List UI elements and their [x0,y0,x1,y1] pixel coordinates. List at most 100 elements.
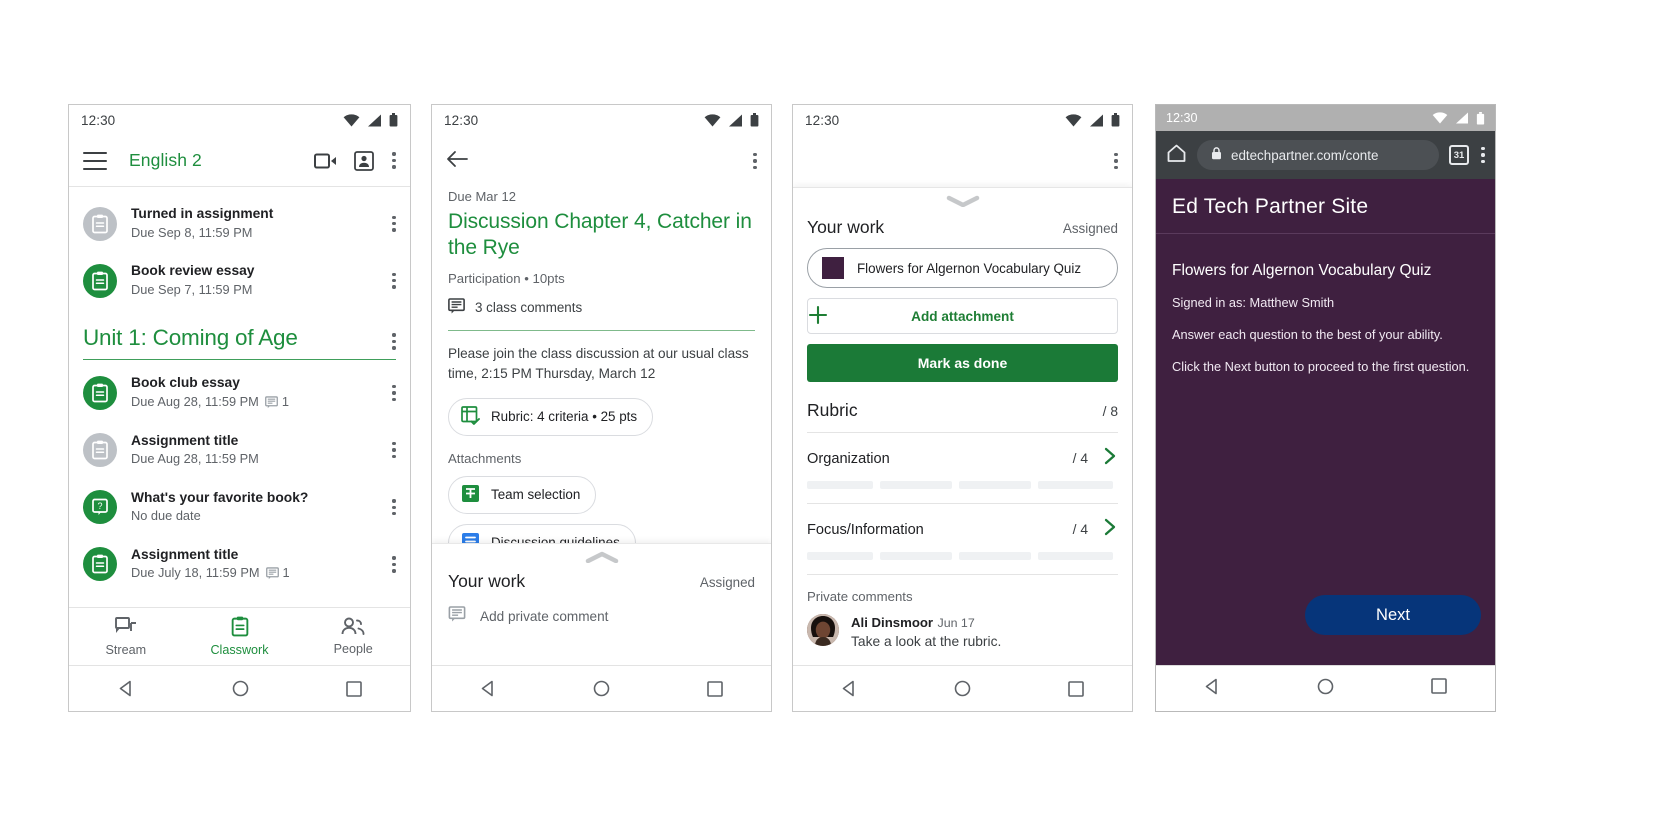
assignment-icon [83,433,117,468]
list-item-subtitle: Due Aug 28, 11:59 PM 1 [131,393,378,412]
your-work-header: Your work Assigned [448,571,755,592]
mark-as-done-button[interactable]: Mark as done [807,344,1118,382]
list-item[interactable]: Assignment title Due July 18, 11:59 PM 1 [69,536,410,593]
list-item-text: Assignment title Due July 18, 11:59 PM 1 [131,546,378,583]
more-vert-icon[interactable] [392,384,396,402]
list-item-title: Turned in assignment [131,206,274,221]
battery-icon [750,113,759,127]
comment-icon [265,567,279,580]
hamburger-menu-icon[interactable] [83,151,107,170]
assignment-icon [83,206,117,241]
signal-icon [728,114,743,127]
rubric-chip[interactable]: Rubric: 4 criteria • 25 pts [448,397,654,436]
square-recents-icon[interactable] [1431,678,1447,699]
circle-home-icon[interactable] [232,680,249,697]
list-item[interactable]: Turned in assignment Due Sep 8, 11:59 PM [69,195,410,252]
criterion-points: / 4 [1072,522,1088,537]
list-item[interactable]: ? What's your favorite book? No due date [69,479,410,536]
due-text: Due July 18, 11:59 PM [131,565,260,581]
comment-count-text: 1 [281,393,289,409]
more-vert-icon[interactable] [392,215,396,232]
screenshot-canvas: 12:30 English 2 Turned in assignment Due… [0,0,1659,827]
square-recents-icon[interactable] [707,680,723,697]
level-bar [807,552,873,560]
system-navigation-bar [432,665,771,711]
status-bar: 12:30 [1156,105,1495,131]
criterion-level-bars [807,481,1118,489]
assignment-body: Due Mar 12 Discussion Chapter 4, Catcher… [432,189,771,562]
square-recents-icon[interactable] [1068,680,1084,697]
section-divider [448,329,755,332]
battery-icon [1476,111,1485,125]
your-work-title: Your work [448,571,526,591]
triangle-back-icon[interactable] [480,680,497,697]
system-navigation-bar [69,665,410,711]
class-comments-row[interactable]: 3 class comments [448,297,755,318]
more-vert-icon[interactable] [392,272,396,289]
assignment-icon [83,375,117,410]
roster-icon[interactable] [354,150,374,171]
unit-work-list: Book club essay Due Aug 28, 11:59 PM 1 A… [69,364,410,593]
status-bar: 12:30 [793,105,1132,135]
chevron-right-icon[interactable] [1102,446,1118,471]
more-vert-icon[interactable] [1481,146,1485,164]
more-vert-icon[interactable] [392,442,396,459]
rubric-chip-label: Rubric: 4 criteria • 25 pts [491,409,638,425]
mark-as-done-label: Mark as done [917,355,1008,371]
comment-icon [448,297,465,318]
phone-assignment-detail-screen: 12:30 Due Mar 12 Discussion Chapter 4, C… [431,104,772,712]
your-work-header: Your work Assigned [807,217,1118,238]
attachment-chip-quiz[interactable]: Flowers for Algernon Vocabulary Quiz [807,248,1118,288]
add-private-comment-row[interactable]: Add private comment [448,606,755,626]
circle-home-icon[interactable] [1317,678,1334,700]
list-item[interactable]: Assignment title Due Aug 28, 11:59 PM [69,422,410,479]
triangle-back-icon[interactable] [841,680,858,697]
video-camera-icon[interactable] [314,152,338,170]
more-vert-icon[interactable] [753,152,757,170]
circle-home-icon[interactable] [954,680,971,697]
rubric-criterion-focus-information[interactable]: Focus/Information / 4 [807,517,1118,542]
rubric-criterion-organization[interactable]: Organization / 4 [807,446,1118,471]
attachment-chip-team-selection[interactable]: Team selection [448,475,597,514]
due-date: Due Mar 12 [448,189,516,204]
add-attachment-button[interactable]: Add attachment [807,298,1118,334]
back-arrow-icon[interactable] [446,150,468,173]
home-icon[interactable] [1166,143,1187,168]
more-vert-icon[interactable] [1114,152,1118,170]
battery-icon [1111,113,1120,127]
add-attachment-label: Add attachment [911,308,1014,324]
stream-icon [114,616,137,640]
circle-home-icon[interactable] [593,680,610,697]
top-app-bar [793,135,1132,187]
more-vert-icon[interactable] [392,333,396,350]
more-vert-icon[interactable] [392,499,396,516]
signed-in-line: Signed in as: Matthew Smith [1172,295,1335,310]
rubric-header: Rubric / 8 [807,400,1118,421]
more-vert-icon[interactable] [392,152,396,169]
url-bar[interactable]: edtechpartner.com/conte [1197,140,1439,170]
tab-count-button[interactable]: 31 [1449,145,1469,165]
sheets-icon [461,484,480,506]
tab-people[interactable]: People [296,608,410,665]
comment-count: 1 [265,564,290,583]
triangle-back-icon[interactable] [118,680,135,697]
due-text: No due date [131,508,201,524]
more-vert-icon[interactable] [392,556,396,573]
list-item[interactable]: Book review essay Due Sep 7, 11:59 PM [69,252,410,309]
chevron-up-icon[interactable] [448,544,755,567]
private-comment-item: Ali Dinsmoor Jun 17 Take a look at the r… [807,614,1118,649]
wifi-icon [1432,112,1448,124]
rubric-icon [461,406,480,428]
criterion-points: / 4 [1072,451,1088,466]
tab-classwork[interactable]: Classwork [183,608,297,665]
tab-stream[interactable]: Stream [69,608,183,665]
level-bar [807,481,873,489]
system-navigation-bar [1156,665,1495,711]
chevron-down-icon[interactable] [807,188,1118,211]
next-button[interactable]: Next [1305,595,1481,635]
list-item-text: Turned in assignment Due Sep 8, 11:59 PM [131,205,378,242]
square-recents-icon[interactable] [345,680,362,697]
list-item[interactable]: Book club essay Due Aug 28, 11:59 PM 1 [69,364,410,421]
chevron-right-icon[interactable] [1102,517,1118,542]
triangle-back-icon[interactable] [1204,678,1221,700]
